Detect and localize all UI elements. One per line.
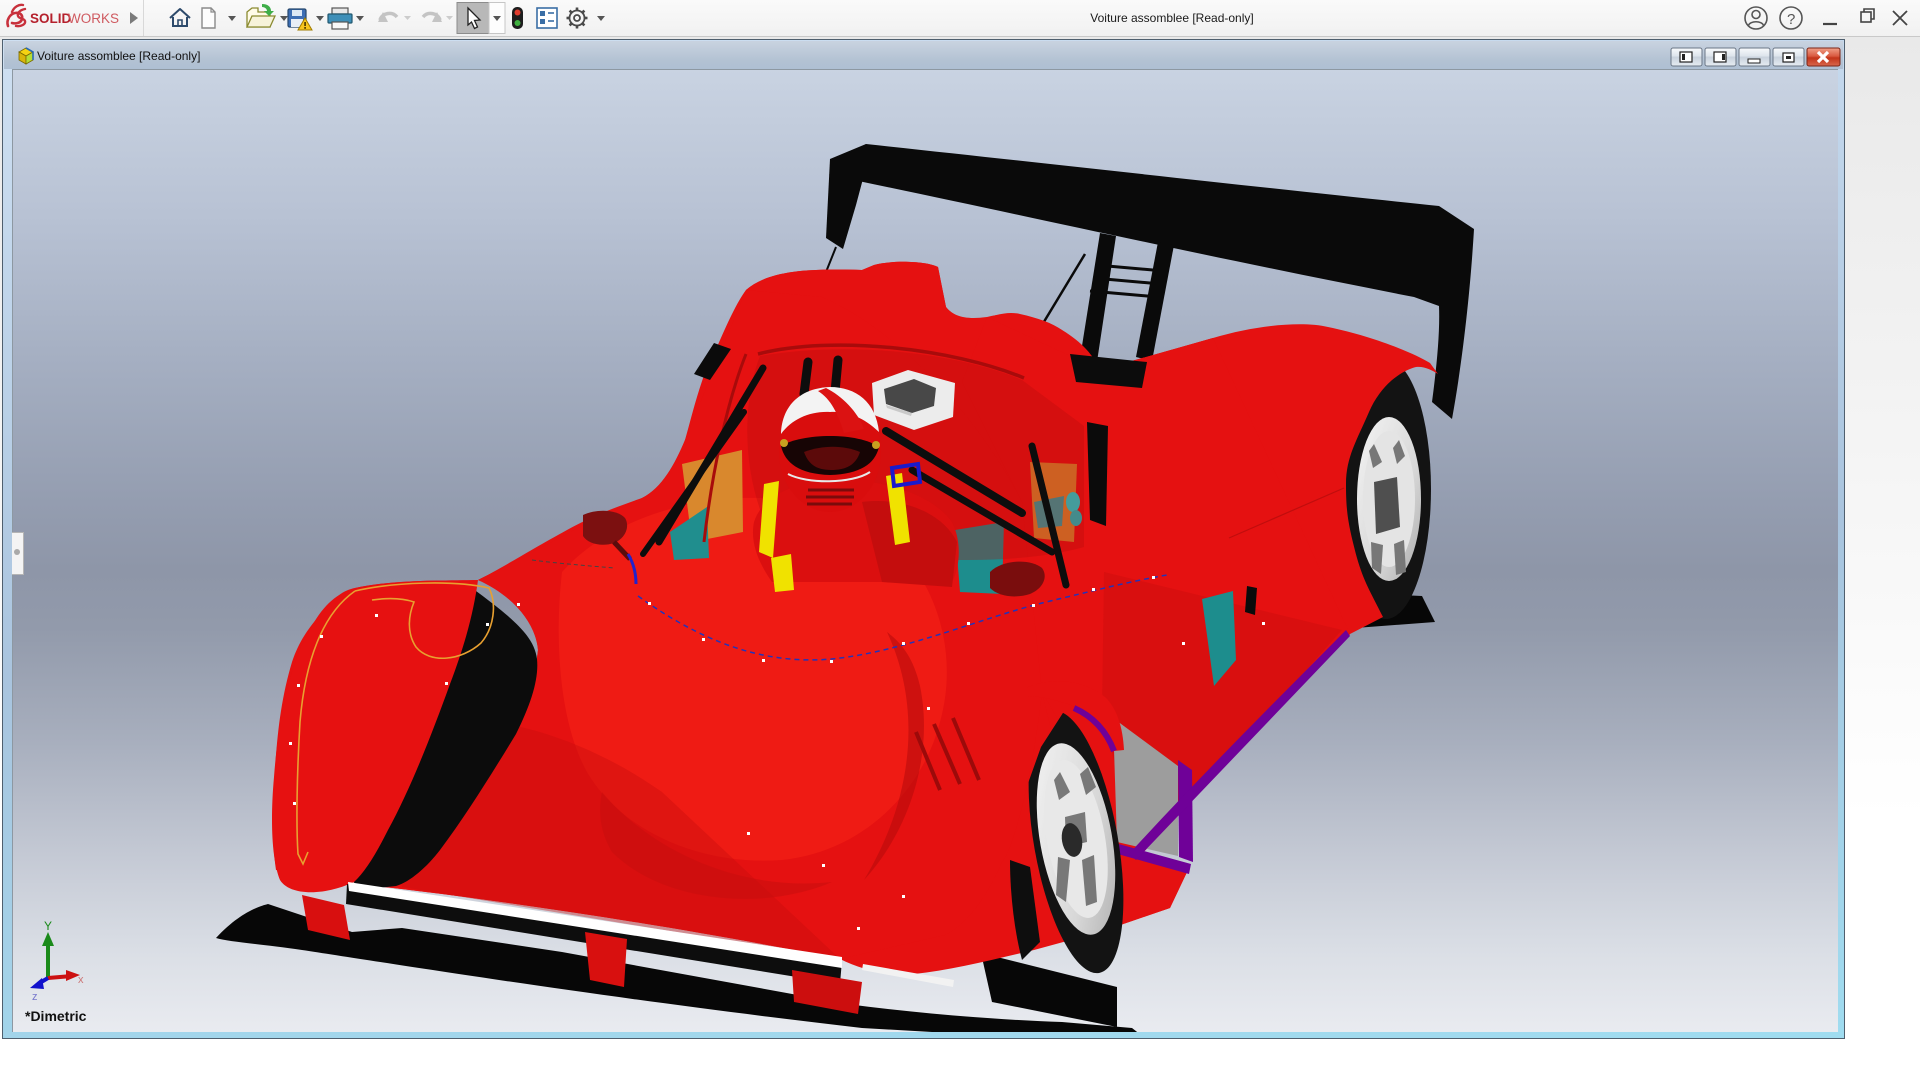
svg-text:Y: Y <box>44 919 52 933</box>
svg-text:x: x <box>78 974 84 986</box>
svg-text:z: z <box>32 991 38 1003</box>
svg-text:?: ? <box>1787 11 1795 28</box>
